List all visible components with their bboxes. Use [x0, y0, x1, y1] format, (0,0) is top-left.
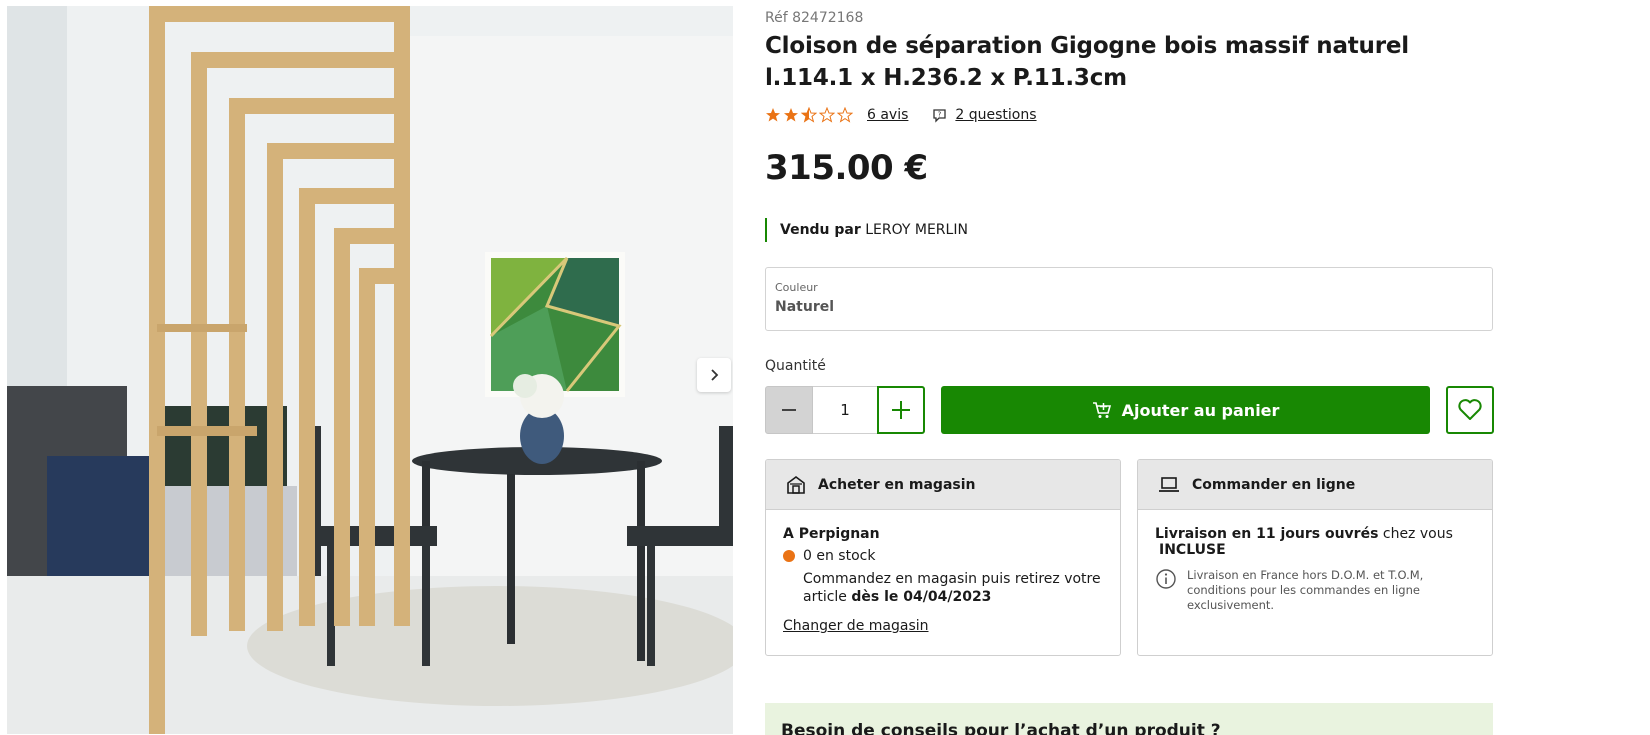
product-title: Cloison de séparation Gigogne bois massi… [765, 33, 1409, 91]
question-bubble-icon: ? [933, 108, 947, 123]
seller-prefix: Vendu par [780, 222, 861, 238]
seller-name: LEROY MERLIN [865, 222, 968, 238]
delivery-delay: Livraison en 11 jours ouvrés [1155, 526, 1379, 542]
delivery-suffix: chez vous [1382, 526, 1453, 542]
star-full-icon [784, 108, 798, 122]
stock-text: 0 en stock [803, 548, 876, 564]
change-store-link[interactable]: Changer de magasin [783, 618, 929, 634]
rating-stars [765, 107, 853, 123]
room-divider-photo [7, 6, 733, 734]
store-note-date: dès le 04/04/2023 [851, 589, 992, 605]
store-pickup-note: Commandez en magasin puis retirez votre … [803, 570, 1103, 606]
product-price: 315.00 € [765, 148, 928, 188]
seller-info: Vendu par LEROY MERLIN [765, 218, 968, 242]
delivery-info: Livraison en 11 jours ouvrés chez vous I… [1155, 526, 1475, 558]
advice-banner: Besoin de conseils pour l’achat d’un pro… [765, 703, 1493, 735]
store-icon [787, 475, 805, 494]
buy-in-store-title: Acheter en magasin [818, 476, 976, 493]
delivery-note-text: Livraison en France hors D.O.M. et T.O.M… [1187, 568, 1424, 612]
plus-icon [892, 401, 910, 419]
stock-dot [783, 550, 795, 562]
quantity-decrease-button[interactable] [765, 386, 813, 434]
add-to-favorites-button[interactable] [1446, 386, 1494, 434]
rating-row: 6 avis ? 2 questions [765, 105, 1037, 125]
store-name: A Perpignan [783, 526, 880, 542]
stock-status: 0 en stock [783, 548, 1103, 564]
store-card-body: A Perpignan 0 en stock Commandez en maga… [766, 510, 1120, 650]
product-reference: Réf 82472168 [765, 10, 864, 26]
color-select-label: Couleur [775, 281, 818, 294]
add-to-cart-label: Ajouter au panier [1121, 400, 1280, 420]
color-select-value: Naturel [775, 299, 835, 315]
questions: ? 2 questions [932, 107, 1037, 123]
laptop-icon [1159, 476, 1179, 492]
reviews-link[interactable]: 6 avis [867, 107, 908, 123]
product-image[interactable] [7, 6, 733, 734]
online-card-body: Livraison en 11 jours ouvrés chez vous I… [1138, 510, 1492, 629]
cart-plus-icon [1092, 402, 1111, 418]
buy-in-store-header: Acheter en magasin [766, 460, 1120, 510]
delivery-note: Livraison en France hors D.O.M. et T.O.M… [1155, 568, 1475, 613]
minus-icon [782, 409, 796, 411]
star-half-icon [801, 107, 817, 123]
add-to-cart-button[interactable]: Ajouter au panier [941, 386, 1430, 434]
order-online-card: Commander en ligne Livraison en 11 jours… [1137, 459, 1493, 656]
chevron-right-icon [711, 369, 719, 381]
quantity-label: Quantité [765, 358, 826, 374]
advice-banner-title: Besoin de conseils pour l’achat d’un pro… [781, 721, 1221, 735]
quantity-stepper [765, 386, 925, 434]
order-online-title: Commander en ligne [1192, 476, 1356, 493]
quantity-input[interactable] [813, 386, 877, 434]
buy-in-store-card: Acheter en magasin A Perpignan 0 en stoc… [765, 459, 1121, 656]
heart-icon [1458, 399, 1482, 420]
star-full-icon [766, 108, 780, 122]
svg-text:?: ? [938, 110, 942, 118]
questions-link[interactable]: 2 questions [955, 107, 1036, 123]
star-empty-icon [819, 107, 835, 123]
quantity-increase-button[interactable] [877, 386, 925, 434]
gallery-next-button[interactable] [697, 358, 731, 392]
delivery-included: INCLUSE [1159, 542, 1226, 558]
color-select[interactable]: Couleur Naturel [765, 267, 1493, 331]
info-icon [1156, 569, 1176, 589]
star-empty-icon [837, 107, 853, 123]
order-online-header: Commander en ligne [1138, 460, 1492, 510]
